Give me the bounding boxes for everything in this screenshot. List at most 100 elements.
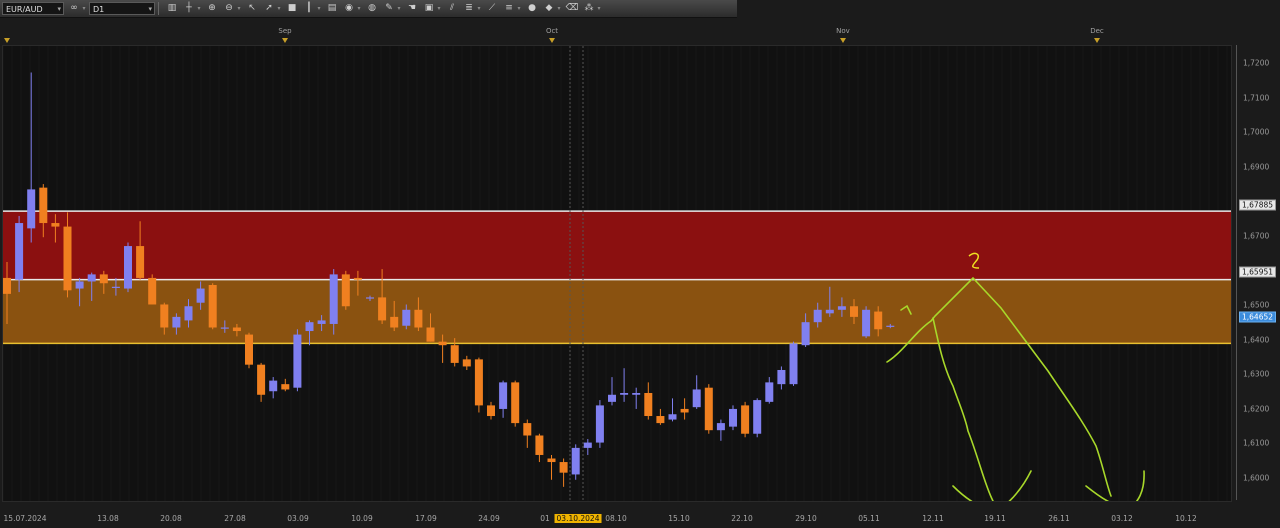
chevron-down-icon[interactable]: ▾: [396, 5, 402, 12]
candle-body: [825, 309, 834, 314]
chevron-down-icon[interactable]: ▾: [276, 5, 282, 12]
eraser-icon[interactable]: ⌫: [565, 2, 579, 15]
date-label: 03.09: [287, 514, 309, 523]
note-icon[interactable]: ▤: [325, 2, 339, 15]
candle-body: [136, 246, 145, 278]
candle-body: [765, 382, 774, 402]
candle-body: [571, 447, 580, 475]
candle-body: [329, 274, 338, 324]
cursor-icon[interactable]: ↖: [245, 2, 259, 15]
fan-icon[interactable]: ⟋: [485, 2, 499, 15]
price-tick-label: 1,6500: [1243, 300, 1270, 310]
candlestick-chart[interactable]: [3, 46, 1231, 501]
period-marker-icon: [549, 38, 555, 43]
candle-body: [305, 322, 314, 332]
chevron-down-icon: ▾: [148, 5, 152, 13]
resistance-zone: [3, 211, 1231, 280]
camera-icon[interactable]: ◉: [342, 2, 356, 15]
candle-body: [414, 309, 423, 328]
chart-toolbar: EUR/AUD ▾ ∞ ▾ D1 ▾ ▥ ┼ ▾ ⊕ ⊖ ▾ ↖ ➚ ▾ ■ ┃ ▾ ▤ ◉ ▾ ◍ ✎ ▾ ☚ ▣ ▾ ⫽ ≣…: [0, 0, 737, 18]
candle-body: [608, 394, 616, 402]
candle-body: [632, 393, 641, 395]
candle-body: [353, 277, 362, 280]
period-marker-icon: [840, 38, 846, 43]
candle-body: [63, 226, 72, 291]
chevron-down-icon[interactable]: ▾: [81, 5, 87, 12]
symbol-select[interactable]: EUR/AUD ▾: [2, 2, 64, 15]
arrow-icon[interactable]: ➚: [262, 2, 276, 15]
candle-body: [281, 384, 290, 390]
price-tag-upper: 1,67885: [1239, 199, 1277, 211]
indicators-icon[interactable]: ⁂: [582, 2, 596, 15]
candle-body: [813, 309, 822, 323]
chevron-down-icon[interactable]: ▾: [236, 5, 242, 12]
candle-body: [511, 382, 520, 424]
channel-icon[interactable]: ⫽: [445, 2, 459, 15]
period-marker-icon: [282, 38, 288, 43]
stop-icon[interactable]: ■: [285, 2, 299, 15]
chevron-down-icon[interactable]: ▾: [476, 5, 482, 12]
candle-body: [716, 423, 725, 431]
shape-icon[interactable]: ◆: [542, 2, 556, 15]
chart-type-icon[interactable]: ▥: [165, 2, 179, 15]
chevron-down-icon[interactable]: ▾: [436, 5, 442, 12]
crosshair-date-label: 03.10.2024: [554, 514, 602, 523]
color-icon[interactable]: ●: [525, 2, 539, 15]
chevron-down-icon: ▾: [57, 5, 61, 13]
candle-body: [583, 442, 592, 448]
chevron-down-icon[interactable]: ▾: [316, 5, 322, 12]
candle-body: [874, 311, 883, 330]
chevron-down-icon[interactable]: ▾: [556, 5, 562, 12]
timeframe-select-value: D1: [93, 5, 105, 14]
window-icon[interactable]: ▣: [422, 2, 436, 15]
price-tag-current: 1,64652: [1239, 311, 1277, 323]
forecast-arrow-drawing: [952, 470, 1032, 501]
vertical-line-icon[interactable]: ┃: [302, 2, 316, 15]
candle-body: [184, 306, 193, 321]
month-label: Sep: [278, 27, 292, 35]
candle-body: [850, 306, 858, 317]
price-tick-label: 1,6700: [1243, 231, 1270, 241]
month-label: Dec: [1090, 27, 1104, 35]
price-tick-label: 1,7000: [1243, 127, 1270, 137]
candle-body: [741, 405, 750, 434]
candle-body: [220, 327, 229, 329]
fibonacci-icon[interactable]: ≣: [462, 2, 476, 15]
price-axis: 1,7200 1,7100 1,7000 1,6900 1,6700 1,6500 1,64…: [1236, 45, 1280, 500]
zoom-in-icon[interactable]: ⊕: [205, 2, 219, 15]
chevron-down-icon[interactable]: ▾: [596, 5, 602, 12]
candle-body: [450, 345, 459, 363]
crosshair-icon[interactable]: ┼: [182, 2, 196, 15]
link-icon[interactable]: ∞: [67, 2, 81, 15]
chart-area[interactable]: [2, 45, 1232, 502]
price-tick-label: 1,6300: [1243, 369, 1270, 379]
candle-body: [208, 285, 217, 328]
date-label: 08.10: [605, 514, 627, 523]
candle-body: [753, 400, 762, 434]
candle-body: [704, 387, 713, 431]
globe-icon[interactable]: ◍: [365, 2, 379, 15]
zoom-out-icon[interactable]: ⊖: [222, 2, 236, 15]
pencil-icon[interactable]: ✎: [382, 2, 396, 15]
candle-body: [535, 435, 544, 455]
chevron-down-icon[interactable]: ▾: [356, 5, 362, 12]
line-style-icon[interactable]: ≡: [502, 2, 516, 15]
forecast-arrow-drawing: [1085, 470, 1145, 501]
date-label: 22.10: [731, 514, 753, 523]
chevron-down-icon[interactable]: ▾: [196, 5, 202, 12]
date-label: 03.12: [1111, 514, 1133, 523]
candle-body: [692, 389, 701, 408]
timeframe-select[interactable]: D1 ▾: [89, 2, 155, 15]
hand-icon[interactable]: ☚: [405, 2, 419, 15]
date-label: 10.12: [1175, 514, 1197, 523]
candle-body: [656, 416, 665, 424]
date-label: 15.10: [668, 514, 690, 523]
date-label: 19.11: [984, 514, 1006, 523]
candle-body: [680, 408, 689, 413]
chevron-down-icon[interactable]: ▾: [516, 5, 522, 12]
price-tick-label: 1,6000: [1243, 473, 1270, 483]
candle-body: [317, 320, 326, 324]
date-label: 05.11: [858, 514, 880, 523]
candle-body: [595, 405, 604, 443]
candle-body: [51, 223, 60, 227]
